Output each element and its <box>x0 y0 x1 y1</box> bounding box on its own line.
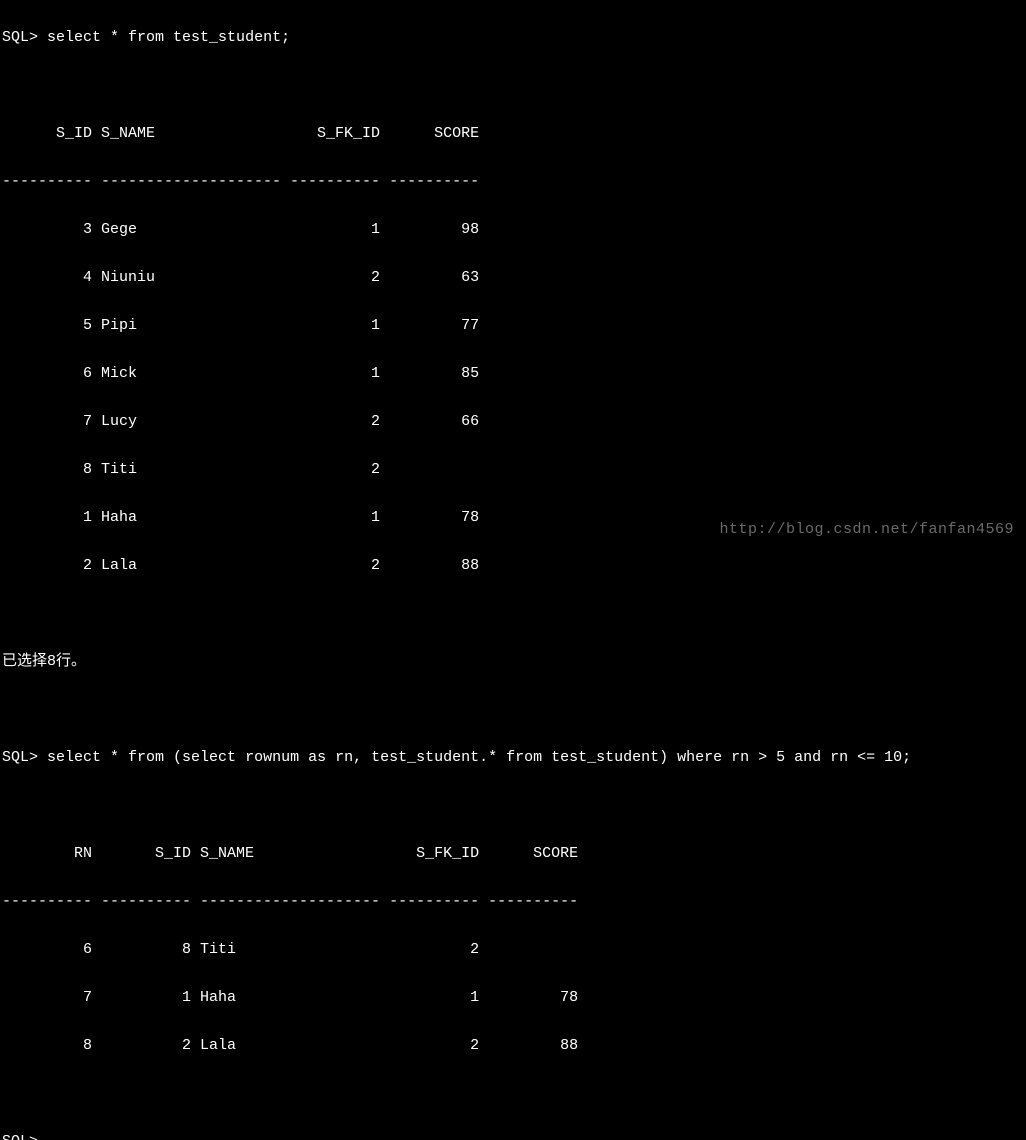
sql-prompt-line[interactable]: SQL> select * from test_student; <box>2 26 1024 50</box>
watermark-text: http://blog.csdn.net/fanfan4569 <box>719 518 1014 542</box>
table-row: 8 Titi 2 <box>2 458 1024 482</box>
table-row: 2 Lala 2 88 <box>2 554 1024 578</box>
table1-header: S_ID S_NAME S_FK_ID SCORE <box>2 122 1024 146</box>
blank-line <box>2 74 1024 98</box>
blank-line <box>2 698 1024 722</box>
table2-header: RN S_ID S_NAME S_FK_ID SCORE <box>2 842 1024 866</box>
table-row: 4 Niuniu 2 63 <box>2 266 1024 290</box>
table-row: 7 1 Haha 1 78 <box>2 986 1024 1010</box>
table-row: 3 Gege 1 98 <box>2 218 1024 242</box>
sql-prompt-line[interactable]: SQL> select * from (select rownum as rn,… <box>2 746 1024 770</box>
table-row: 7 Lucy 2 66 <box>2 410 1024 434</box>
result-message: 已选择8行。 <box>2 650 1024 674</box>
blank-line <box>2 794 1024 818</box>
sql-prompt-empty[interactable]: SQL> <box>2 1130 1024 1140</box>
table-row: 6 8 Titi 2 <box>2 938 1024 962</box>
sql-prompt: SQL> <box>2 749 38 766</box>
blank-line <box>2 1082 1024 1106</box>
table-row: 5 Pipi 1 77 <box>2 314 1024 338</box>
terminal-output: SQL> select * from test_student; S_ID S_… <box>2 2 1024 1140</box>
table2-separator: ---------- ---------- ------------------… <box>2 890 1024 914</box>
table-row: 6 Mick 1 85 <box>2 362 1024 386</box>
table-row: 8 2 Lala 2 88 <box>2 1034 1024 1058</box>
sql-prompt: SQL> <box>2 29 38 46</box>
sql-prompt: SQL> <box>2 1133 38 1140</box>
blank-line <box>2 602 1024 626</box>
sql-command-2: select * from (select rownum as rn, test… <box>47 749 911 766</box>
sql-command-1: select * from test_student; <box>47 29 290 46</box>
table1-separator: ---------- -------------------- --------… <box>2 170 1024 194</box>
